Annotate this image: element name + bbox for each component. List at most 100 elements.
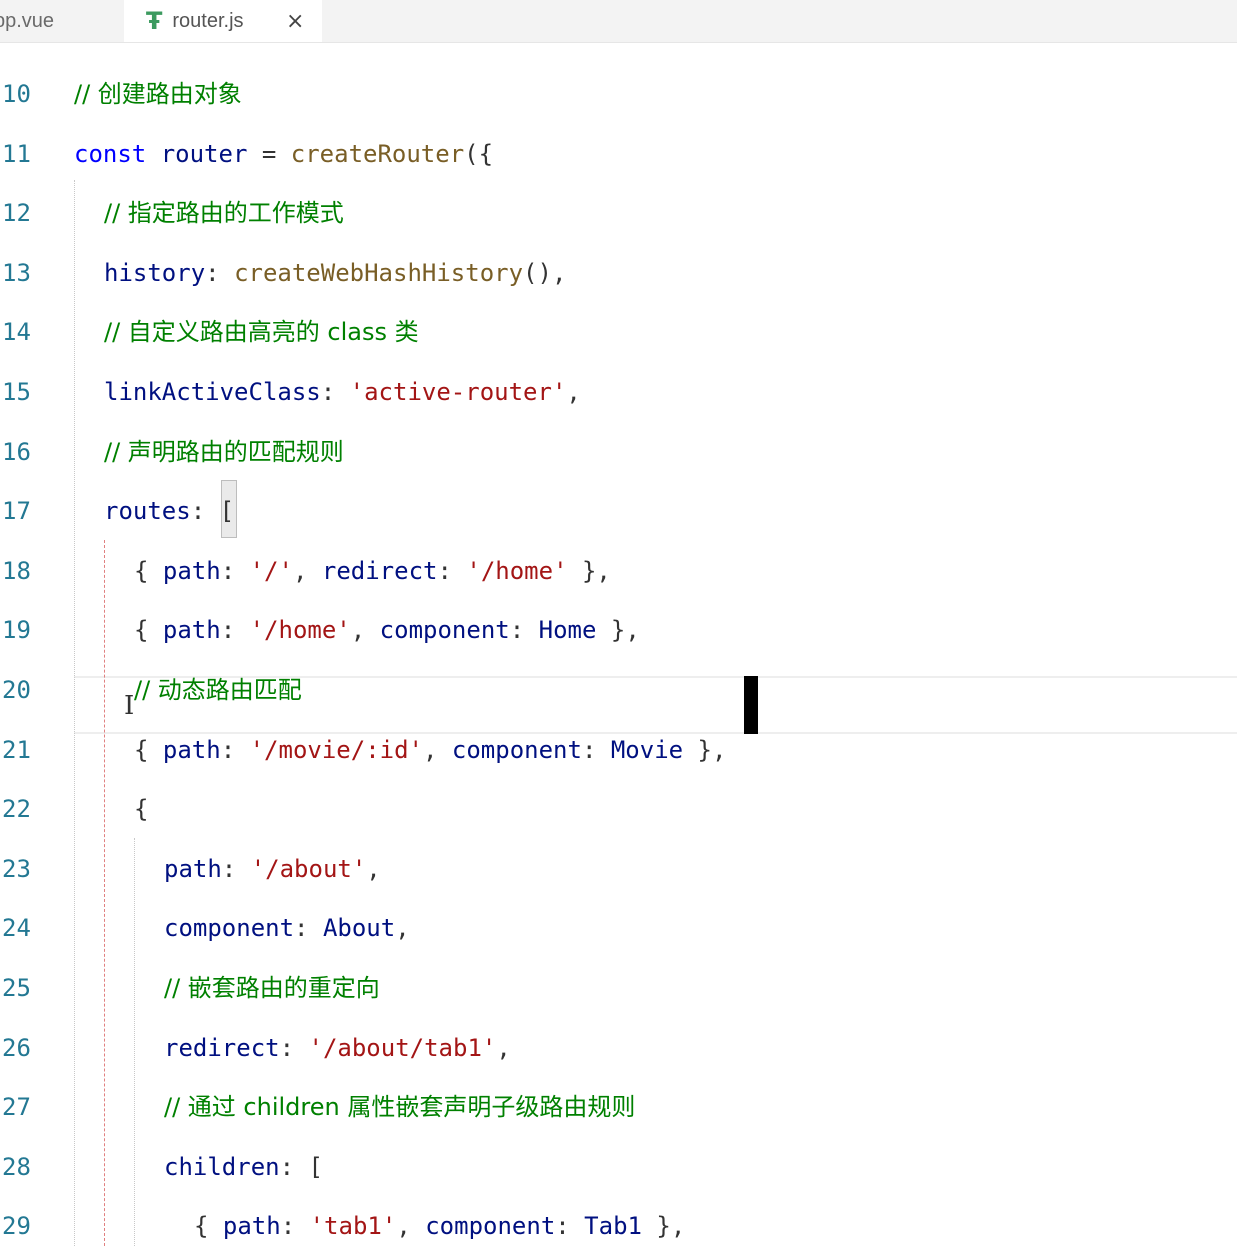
- close-icon[interactable]: ×: [286, 9, 304, 34]
- code-token: : [: [190, 497, 235, 525]
- code-comment: // 通过 children 属性嵌套声明子级路由规则: [164, 1093, 636, 1121]
- editor-tab-bar: pp.vue Ŧ router.js ×: [0, 0, 1237, 43]
- line-number: 16: [2, 438, 31, 466]
- code-token: ,: [366, 855, 381, 883]
- code-token: children: [164, 1153, 280, 1181]
- indent-guide-error: [104, 540, 105, 1246]
- code-line[interactable]: children: [: [164, 1151, 323, 1183]
- line-number: 20: [2, 676, 31, 704]
- code-token: ,: [396, 1212, 426, 1240]
- code-line[interactable]: { path: '/home', component: Home },: [134, 614, 640, 646]
- code-line[interactable]: redirect: '/about/tab1',: [164, 1032, 511, 1064]
- tab-label: router.js: [172, 9, 244, 32]
- code-line[interactable]: component: About,: [164, 912, 410, 944]
- code-comment: // 嵌套路由的重定向: [164, 974, 380, 1002]
- mouse-ibeam-cursor: I: [124, 691, 135, 721]
- line-number: 25: [2, 974, 31, 1002]
- code-token: path: [164, 855, 222, 883]
- code-token: :: [280, 1212, 310, 1240]
- code-token: '/home': [249, 616, 351, 644]
- line-number: 29: [2, 1212, 31, 1240]
- code-token: '/about': [250, 855, 367, 883]
- line-number: 13: [2, 259, 31, 287]
- line-number: 28: [2, 1153, 31, 1181]
- code-token: {: [134, 795, 149, 823]
- code-line[interactable]: {: [134, 793, 148, 825]
- code-token: path: [162, 616, 221, 644]
- code-token: About: [322, 914, 396, 942]
- code-token: routes: [104, 497, 191, 525]
- text-cursor: [744, 676, 758, 734]
- code-token: path: [162, 736, 221, 764]
- code-token: linkActiveClass: [104, 378, 321, 406]
- code-token: :: [555, 1212, 585, 1240]
- code-token: },: [641, 1212, 686, 1240]
- code-token: component: [451, 736, 582, 764]
- code-token: :: [205, 259, 235, 287]
- code-token: Tab1: [584, 1212, 642, 1240]
- code-line[interactable]: const router = createRouter({: [74, 138, 493, 170]
- code-editor[interactable]: 10 // 创建路由对象 11 const router = createRouter…: [0, 43, 1237, 1246]
- tab-router-js[interactable]: Ŧ router.js ×: [124, 0, 322, 42]
- code-token: :: [220, 557, 250, 585]
- code-token: component: [379, 616, 510, 644]
- code-token: :: [220, 736, 250, 764]
- code-line[interactable]: // 声明路由的匹配规则: [104, 436, 344, 468]
- code-line[interactable]: // 嵌套路由的重定向: [164, 972, 380, 1004]
- code-token: {: [194, 1212, 223, 1240]
- line-number: 19: [2, 616, 31, 644]
- code-token: :: [279, 1034, 309, 1062]
- code-token: :: [437, 557, 467, 585]
- code-line[interactable]: // 通过 children 属性嵌套声明子级路由规则: [164, 1091, 635, 1123]
- code-token: '/movie/:id': [249, 736, 423, 764]
- code-token: redirect: [321, 557, 438, 585]
- code-token: createWebHashHistory: [234, 259, 524, 287]
- tab-app-vue[interactable]: pp.vue: [0, 0, 122, 42]
- code-token: },: [567, 557, 611, 585]
- code-token: ,: [292, 557, 322, 585]
- code-line[interactable]: // 指定路由的工作模式: [104, 197, 344, 229]
- code-line[interactable]: // 创建路由对象: [74, 78, 242, 110]
- code-token: :: [294, 914, 323, 942]
- code-line[interactable]: { path: '/', redirect: '/home' },: [134, 555, 611, 587]
- code-token: createRouter: [290, 140, 465, 168]
- code-token: 'active-router': [349, 378, 567, 406]
- line-number: 10: [2, 80, 31, 108]
- js-file-icon: Ŧ: [146, 7, 163, 35]
- code-token: component: [425, 1212, 556, 1240]
- code-token: },: [596, 616, 640, 644]
- tab-label: pp.vue: [0, 9, 55, 32]
- code-line[interactable]: path: '/about',: [164, 853, 381, 885]
- line-number: 23: [2, 855, 31, 883]
- line-number: 24: [2, 914, 31, 942]
- line-number: 27: [2, 1093, 31, 1121]
- code-token: {: [134, 557, 163, 585]
- code-line[interactable]: linkActiveClass: 'active-router',: [104, 376, 581, 408]
- line-number: 14: [2, 318, 31, 346]
- line-number: 11: [2, 140, 31, 168]
- code-line[interactable]: history: createWebHashHistory(),: [104, 257, 566, 289]
- code-token: :: [581, 736, 611, 764]
- code-line[interactable]: // 动态路由匹配: [134, 674, 302, 706]
- code-token: component: [164, 914, 295, 942]
- indent-guide: [74, 180, 75, 1246]
- code-token: ,: [566, 378, 581, 406]
- code-token: : [: [279, 1153, 323, 1181]
- code-line[interactable]: { path: 'tab1', component: Tab1 },: [194, 1210, 685, 1242]
- code-line[interactable]: routes: [: [104, 495, 234, 527]
- code-token: ,: [350, 616, 380, 644]
- code-token: ,: [496, 1034, 511, 1062]
- code-token: router: [160, 140, 248, 168]
- code-comment: // 动态路由匹配: [134, 676, 302, 704]
- code-token: path: [162, 557, 221, 585]
- code-token: (),: [523, 259, 567, 287]
- code-line[interactable]: { path: '/movie/:id', component: Movie }…: [134, 734, 726, 766]
- code-token: :: [509, 616, 539, 644]
- code-token: Movie: [610, 736, 684, 764]
- indent-guide: [134, 838, 135, 1246]
- code-token: Home: [538, 616, 597, 644]
- code-token: :: [220, 616, 250, 644]
- line-number: 17: [2, 497, 31, 525]
- code-line[interactable]: // 自定义路由高亮的 class 类: [104, 316, 419, 348]
